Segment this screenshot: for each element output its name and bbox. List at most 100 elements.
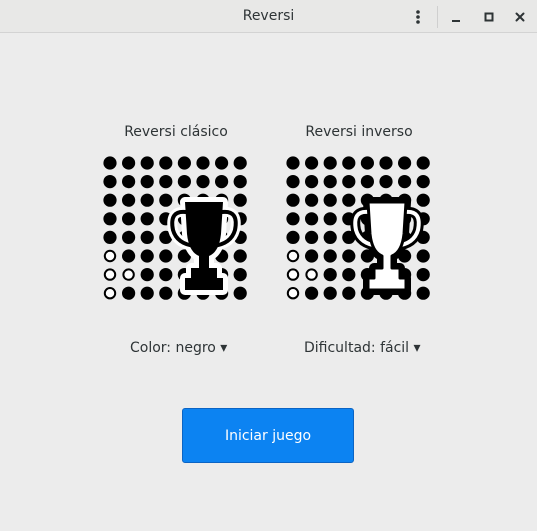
black-piece [323, 193, 337, 207]
black-piece [233, 175, 247, 189]
black-piece [305, 193, 319, 207]
black-piece [379, 175, 393, 189]
white-piece [103, 249, 117, 263]
black-piece [323, 230, 337, 244]
black-piece [342, 249, 356, 263]
color-dropdown[interactable]: Color: negro ▾ [130, 340, 227, 356]
black-piece [323, 175, 337, 189]
black-piece [416, 286, 430, 300]
black-piece [342, 156, 356, 170]
black-piece [305, 175, 319, 189]
black-piece [177, 175, 191, 189]
black-piece [103, 230, 117, 244]
start-game-button[interactable]: Iniciar juego [182, 408, 354, 463]
white-piece [103, 287, 117, 300]
black-piece [416, 156, 430, 170]
black-piece [342, 286, 356, 300]
black-piece [215, 175, 229, 189]
black-piece [140, 268, 154, 282]
black-piece [398, 175, 412, 189]
black-piece [140, 212, 154, 226]
white-piece [122, 268, 135, 281]
black-piece [416, 249, 430, 263]
black-piece [177, 156, 191, 170]
black-piece [140, 230, 154, 244]
reverse-mode-board[interactable] [286, 156, 432, 302]
titlebar-separator [437, 6, 438, 28]
white-piece [286, 249, 300, 263]
black-piece [159, 249, 173, 263]
maximize-icon [484, 12, 494, 22]
black-piece [360, 156, 374, 170]
black-piece [140, 286, 154, 300]
vertical-dots-icon [416, 10, 420, 24]
menu-button[interactable] [405, 4, 431, 30]
black-piece [233, 193, 247, 207]
black-piece [122, 193, 136, 207]
black-piece [342, 268, 356, 282]
white-piece [286, 268, 300, 281]
black-piece [122, 175, 136, 189]
black-piece [196, 175, 210, 189]
classic-mode-label: Reversi clásico [124, 124, 228, 140]
black-piece [159, 193, 173, 207]
trophy-icon [167, 197, 241, 295]
black-piece [379, 156, 393, 170]
black-piece [196, 156, 210, 170]
black-piece [286, 156, 300, 170]
black-piece [323, 249, 337, 263]
white-piece [103, 268, 117, 281]
black-piece [360, 175, 374, 189]
black-piece [140, 249, 154, 263]
black-piece [159, 156, 173, 170]
black-piece [159, 286, 173, 300]
black-piece [233, 268, 247, 282]
black-piece [103, 193, 117, 207]
minimize-button[interactable] [443, 4, 469, 30]
maximize-button[interactable] [476, 4, 502, 30]
minimize-icon [452, 20, 460, 22]
black-piece [286, 212, 300, 226]
white-piece [305, 268, 318, 281]
black-piece [305, 212, 319, 226]
difficulty-dropdown[interactable]: Dificultad: fácil ▾ [304, 340, 421, 356]
black-piece [122, 230, 136, 244]
black-piece [233, 249, 247, 263]
black-piece [323, 212, 337, 226]
close-button[interactable] [507, 4, 533, 30]
reverse-mode-label: Reversi inverso [305, 124, 413, 140]
black-piece [122, 286, 136, 300]
black-piece [159, 268, 173, 282]
black-piece [398, 156, 412, 170]
black-piece [122, 156, 136, 170]
black-piece [323, 156, 337, 170]
black-piece [323, 268, 337, 282]
black-piece [342, 175, 356, 189]
white-piece [286, 287, 300, 300]
black-piece [416, 268, 430, 282]
black-piece [122, 249, 136, 263]
black-piece [122, 212, 136, 226]
black-piece [140, 156, 154, 170]
black-piece [416, 193, 430, 207]
title-bar: Reversi [0, 0, 537, 33]
black-piece [286, 230, 300, 244]
black-piece [103, 212, 117, 226]
black-piece [305, 230, 319, 244]
reverse-board-preview [286, 156, 430, 300]
black-piece [286, 193, 300, 207]
black-piece [305, 286, 319, 300]
black-piece [323, 286, 337, 300]
black-piece [103, 156, 117, 170]
black-piece [103, 175, 117, 189]
classic-board-preview [103, 156, 247, 300]
black-piece [233, 286, 247, 300]
black-piece [305, 156, 319, 170]
classic-mode-board[interactable] [103, 156, 249, 302]
black-piece [233, 156, 247, 170]
close-icon [515, 12, 525, 22]
black-piece [416, 175, 430, 189]
black-piece [159, 175, 173, 189]
trophy-icon [350, 197, 424, 295]
black-piece [342, 193, 356, 207]
